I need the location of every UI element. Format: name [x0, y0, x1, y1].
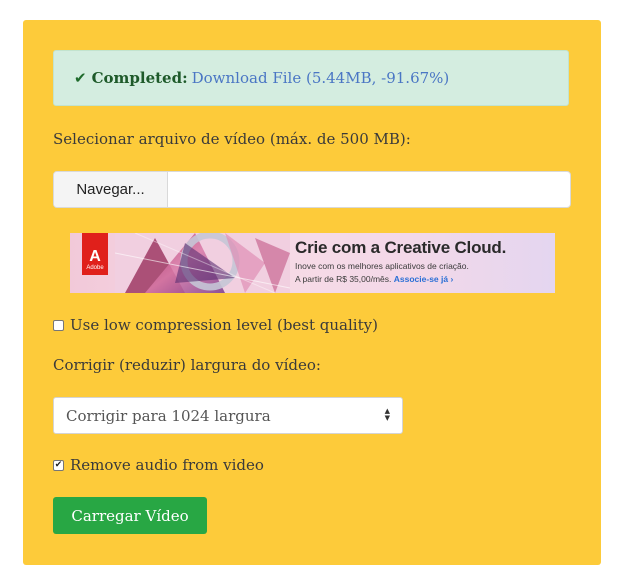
remove-audio-label: Remove audio from video	[70, 456, 264, 474]
ad-price: A partir de R$ 35,00/mês.	[295, 274, 392, 284]
select-arrows-icon: ▲ ▼	[384, 407, 390, 422]
ad-artwork	[115, 233, 290, 293]
low-compression-option[interactable]: Use low compression level (best quality)	[53, 316, 378, 334]
alert-status-label: Completed:	[91, 69, 188, 87]
file-input[interactable]: Navegar...	[53, 171, 571, 208]
ad-price-line: A partir de R$ 35,00/mês. Associe-se já …	[295, 274, 453, 284]
adobe-logo: A Adobe	[82, 233, 108, 275]
ad-title: Crie com a Creative Cloud.	[295, 238, 507, 257]
ad-cta-link[interactable]: Associe-se já ›	[394, 274, 454, 284]
upload-video-button[interactable]: Carregar Vídeo	[53, 497, 207, 534]
width-select[interactable]: Corrigir para 1024 largura ▲ ▼	[53, 397, 403, 434]
download-file-link[interactable]: Download File (5.44MB, -91.67%)	[192, 69, 450, 87]
remove-audio-option[interactable]: ✔ Remove audio from video	[53, 456, 264, 474]
remove-audio-checkbox[interactable]: ✔	[53, 459, 64, 471]
check-icon: ✔	[74, 69, 87, 87]
width-select-label: Corrigir (reduzir) largura do vídeo:	[53, 356, 321, 374]
low-compression-label: Use low compression level (best quality)	[70, 316, 378, 334]
upload-panel: ✔ Completed: Download File (5.44MB, -91.…	[23, 20, 601, 565]
ad-banner[interactable]: A Adobe Crie com a Creative Cloud. Inove…	[70, 233, 555, 293]
ad-subtitle: Inove com os melhores aplicativos de cri…	[295, 261, 469, 271]
file-name-field[interactable]	[168, 172, 570, 207]
browse-button[interactable]: Navegar...	[54, 172, 168, 207]
file-input-label: Selecionar arquivo de vídeo (máx. de 500…	[53, 130, 411, 148]
width-select-value: Corrigir para 1024 largura	[66, 406, 271, 425]
success-alert: ✔ Completed: Download File (5.44MB, -91.…	[53, 50, 569, 106]
low-compression-checkbox[interactable]	[53, 319, 64, 331]
